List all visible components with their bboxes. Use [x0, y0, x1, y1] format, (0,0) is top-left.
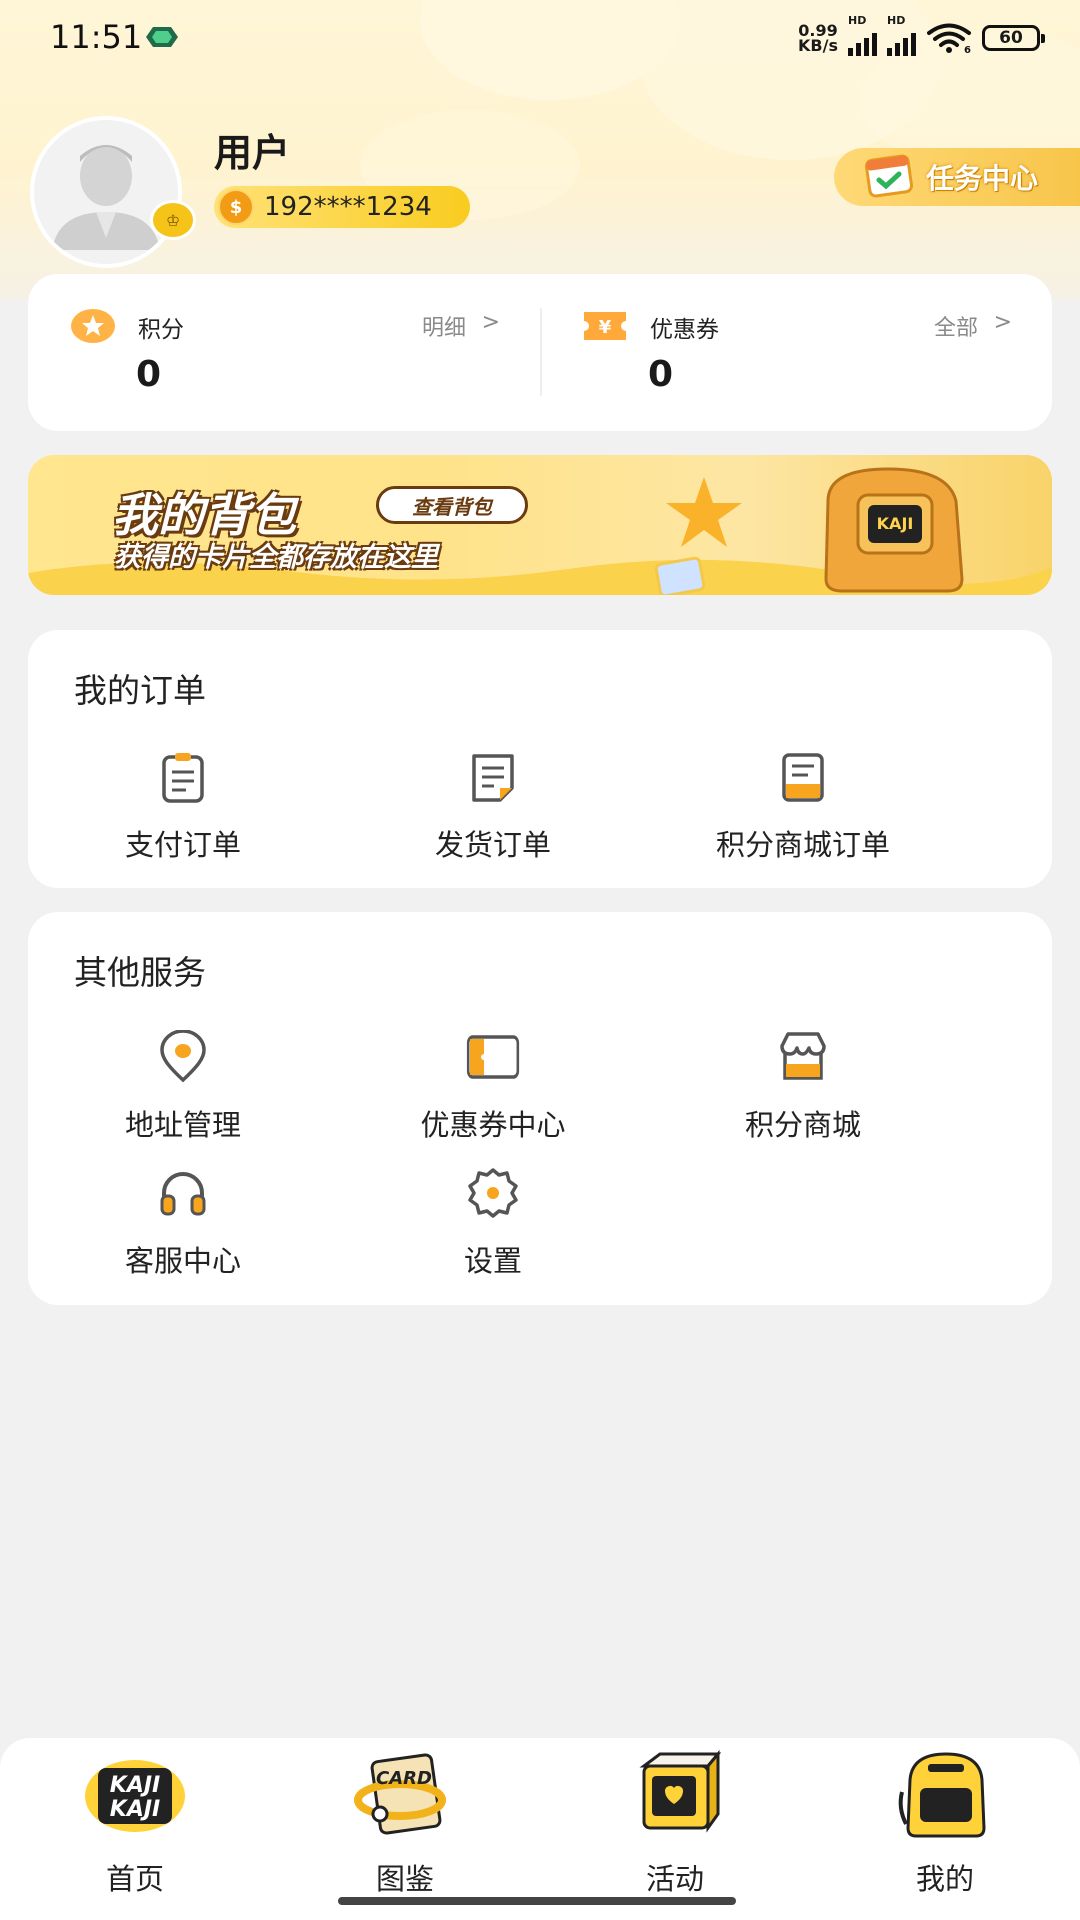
task-center-label: 任务中心 — [926, 162, 1039, 195]
order-item-shipped[interactable]: 发货订单 — [338, 750, 648, 864]
backpack-banner[interactable]: 我的背包 查看背包 获得的卡片全都存放在这里 KAJI — [28, 455, 1052, 595]
tab-label: 图鉴 — [375, 1862, 434, 1896]
svg-text:KAJI: KAJI — [110, 1773, 160, 1798]
phone-badge: $ 192****1234 — [214, 186, 470, 228]
avatar[interactable] — [30, 116, 182, 268]
points-star-icon — [71, 309, 115, 343]
service-item-settings[interactable]: 设置 — [338, 1166, 648, 1280]
service-item-address[interactable]: 地址管理 — [28, 1030, 338, 1144]
service-label: 客服中心 — [124, 1244, 241, 1278]
home-indicator[interactable] — [338, 1897, 736, 1905]
card-icon-text: CARD — [376, 1768, 432, 1789]
points-coupons-card: 积分 明细 > 0 ¥ 优惠券 全部 > 0 — [28, 274, 1052, 431]
tab-activities[interactable]: 活动 — [540, 1748, 810, 1898]
battery-icon: 60 — [982, 25, 1045, 51]
default-user-icon — [34, 120, 178, 264]
service-label: 优惠券中心 — [420, 1108, 566, 1142]
card-icon: CARD — [354, 1753, 446, 1835]
status-time: 11:51 — [50, 18, 143, 56]
tab-mine[interactable]: 我的 — [810, 1748, 1080, 1898]
star-icon — [666, 477, 742, 547]
order-item-paid[interactable]: 支付订单 — [28, 750, 338, 864]
services-section: 其他服务 地址管理 优惠券中心 积分商城 客服中心 设置 — [28, 912, 1052, 1305]
gear-icon — [468, 1168, 518, 1218]
backpack-icon — [898, 1752, 986, 1838]
document-icon — [472, 754, 514, 802]
points-label: 积分 — [138, 317, 184, 343]
service-label: 积分商城 — [744, 1108, 861, 1142]
order-item-points-mall[interactable]: 积分商城订单 — [648, 750, 958, 864]
hd-label: HD — [848, 14, 867, 27]
coin-icon: $ — [218, 189, 254, 225]
signal-icon: HD — [848, 14, 877, 56]
section-title: 我的订单 — [74, 671, 206, 710]
status-bar: 11:51 0.99 KB/s HD HD 6 60 — [0, 0, 1080, 74]
service-item-coupon-center[interactable]: 优惠券中心 — [338, 1030, 648, 1144]
service-item-points-mall[interactable]: 积分商城 — [648, 1030, 958, 1144]
points-value: 0 — [136, 354, 162, 395]
view-backpack-button[interactable]: 查看背包 — [376, 486, 528, 524]
ticket-icon — [466, 1035, 520, 1079]
service-label: 设置 — [463, 1244, 522, 1278]
coupons-all-link[interactable]: 全部 — [934, 310, 978, 342]
backpack-icon: KAJI — [824, 467, 964, 593]
tv-box-icon — [639, 1749, 722, 1833]
chevron-right-icon: > — [993, 310, 1012, 335]
location-pin-icon — [160, 1030, 206, 1083]
orders-section: 我的订单 支付订单 发货订单 积分商城订单 — [28, 630, 1052, 888]
receipt-icon — [782, 753, 824, 802]
wifi-icon: 6 — [927, 23, 971, 54]
coupons-label: 优惠券 — [650, 317, 719, 343]
battery-level: 60 — [999, 28, 1023, 48]
order-label: 支付订单 — [124, 828, 241, 862]
points-detail-link[interactable]: 明细 — [422, 310, 466, 342]
wifi-generation: 6 — [964, 45, 971, 54]
tab-label: 活动 — [645, 1862, 704, 1896]
phone-number: 192****1234 — [264, 192, 432, 222]
task-center-button[interactable]: 任务中心 — [834, 148, 1080, 206]
banner-subtitle: 获得的卡片全都存放在这里 — [114, 542, 438, 573]
order-label: 发货订单 — [434, 828, 551, 862]
service-item-customer-service[interactable]: 客服中心 — [28, 1166, 338, 1280]
svg-text:KAJI: KAJI — [110, 1797, 160, 1822]
net-speed-unit: KB/s — [798, 36, 838, 55]
tab-home[interactable]: KAJI KAJI 首页 — [0, 1748, 270, 1898]
kaji-logo-icon: KAJI KAJI — [85, 1760, 185, 1832]
coupons-section[interactable]: ¥ 优惠券 全部 > 0 — [540, 274, 1052, 431]
card-stack-icon — [654, 556, 706, 595]
bottom-tab-bar: KAJI KAJI 首页 CARD 图鉴 活动 我的 — [0, 1738, 1080, 1920]
coupons-value: 0 — [648, 354, 674, 395]
svg-text:KAJI: KAJI — [877, 514, 914, 533]
yen-symbol: ¥ — [599, 317, 612, 338]
headset-icon — [160, 1172, 206, 1216]
chevron-right-icon: > — [481, 310, 500, 335]
clipboard-icon — [162, 753, 204, 803]
network-speed: 0.99 KB/s — [798, 23, 838, 55]
tab-label: 首页 — [105, 1862, 164, 1896]
points-section[interactable]: 积分 明细 > 0 — [28, 274, 540, 431]
status-indicators: 0.99 KB/s HD HD 6 60 — [798, 14, 1045, 58]
user-name: 用户 — [214, 131, 291, 175]
tab-label: 我的 — [915, 1862, 974, 1896]
order-label: 积分商城订单 — [715, 828, 890, 862]
service-label: 地址管理 — [124, 1108, 241, 1142]
hd-label: HD — [887, 14, 906, 27]
calendar-check-icon — [864, 154, 914, 198]
tab-collection[interactable]: CARD 图鉴 — [270, 1748, 540, 1898]
coupon-icon: ¥ — [584, 312, 626, 340]
gem-notification-icon — [146, 27, 178, 47]
section-title: 其他服务 — [74, 953, 206, 992]
signal-icon: HD — [887, 14, 916, 56]
user-level-badge-icon: ♔ — [150, 200, 196, 240]
store-icon — [780, 1032, 826, 1080]
